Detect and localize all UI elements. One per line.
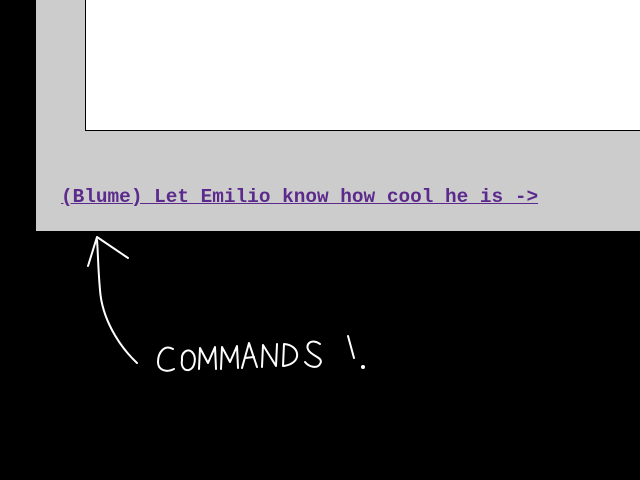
annotation-arrow-head <box>87 236 129 267</box>
screenshot-root: (Blume) Let Emilio know how cool he is -… <box>0 0 640 480</box>
annotation-arrow-shaft <box>96 239 138 364</box>
annotation-handwriting <box>157 335 365 372</box>
hand-drawn-annotation <box>87 236 365 372</box>
